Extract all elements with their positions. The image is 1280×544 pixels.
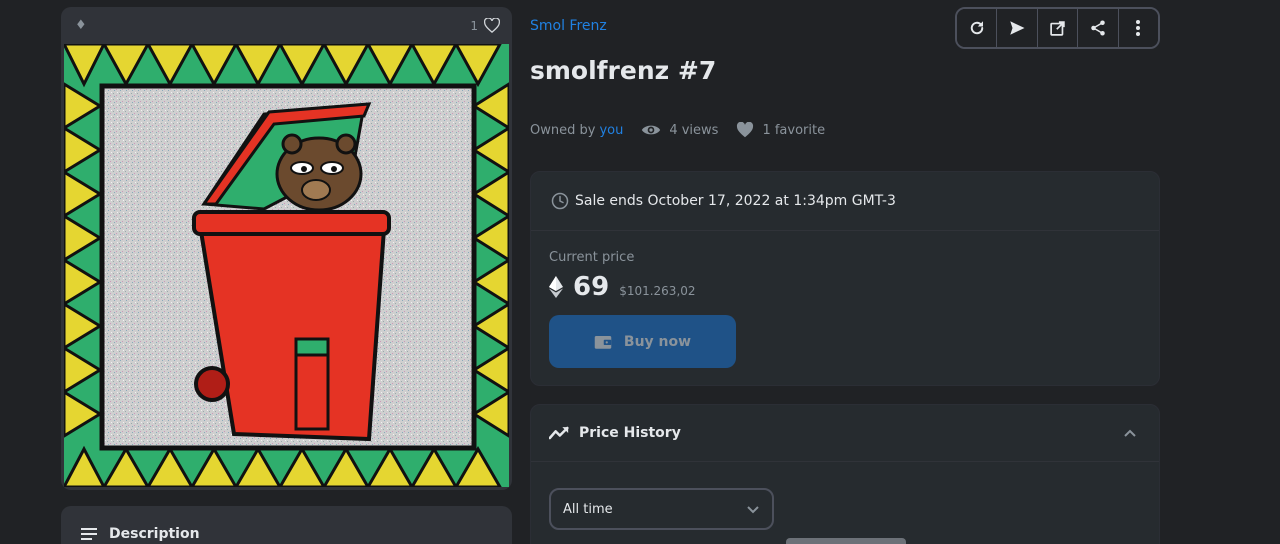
time-range-value: All time xyxy=(563,501,613,517)
external-link-icon xyxy=(1050,20,1065,36)
open-external-button[interactable] xyxy=(1037,9,1079,47)
time-range-select[interactable]: All time xyxy=(549,488,774,530)
share-button[interactable] xyxy=(1078,9,1119,47)
heart-icon[interactable] xyxy=(484,18,500,33)
current-price-label: Current price xyxy=(549,250,635,265)
ethereum-icon xyxy=(549,276,563,298)
transfer-button[interactable] xyxy=(997,9,1038,47)
price-value: 69 xyxy=(573,272,610,302)
eye-icon xyxy=(642,125,661,135)
chevron-up-icon[interactable] xyxy=(1123,428,1137,438)
clock-icon xyxy=(551,192,569,210)
nft-artwork xyxy=(61,42,511,489)
views-count: 4 views xyxy=(641,123,718,138)
price-history-label: Price History xyxy=(579,425,681,441)
tooltip-placeholder xyxy=(786,538,906,544)
more-options-button[interactable] xyxy=(1118,9,1158,47)
price-history-panel: Price History All time xyxy=(530,404,1160,544)
description-panel[interactable]: Description xyxy=(61,506,512,544)
item-title: smolfrenz #7 xyxy=(530,56,717,85)
favorite-control[interactable]: 1 xyxy=(470,18,500,33)
media-header: ♦ 1 xyxy=(61,7,512,44)
list-icon xyxy=(81,528,97,540)
refresh-icon xyxy=(970,21,983,35)
wallet-icon xyxy=(594,335,612,349)
favorites-label: 1 favorite xyxy=(762,122,826,138)
sale-panel: Sale ends October 17, 2022 at 1:34pm GMT… xyxy=(530,171,1160,386)
price-history-header[interactable]: Price History xyxy=(531,405,1159,462)
share-icon xyxy=(1091,20,1105,36)
heart-icon xyxy=(737,122,754,138)
views-label: 4 views xyxy=(669,122,719,138)
item-toolbar xyxy=(955,7,1160,49)
owner-link[interactable]: you xyxy=(599,123,623,138)
description-header[interactable]: Description xyxy=(81,526,200,542)
price-history-title: Price History xyxy=(549,425,681,441)
trending-icon xyxy=(549,426,569,440)
media-card: ♦ 1 xyxy=(61,7,512,490)
favorite-count: 1 xyxy=(470,18,478,33)
nft-image[interactable] xyxy=(61,42,511,489)
transfer-icon xyxy=(1010,21,1025,35)
item-stats: Owned by you 4 views 1 favorite xyxy=(530,122,825,138)
sale-end-text: Sale ends October 17, 2022 at 1:34pm GMT… xyxy=(575,193,896,209)
description-label: Description xyxy=(109,526,200,542)
price-row: 69 $101.263,02 xyxy=(549,272,696,302)
buy-now-button[interactable]: Buy now xyxy=(549,315,736,368)
collection-link[interactable]: Smol Frenz xyxy=(530,18,607,34)
ethereum-icon: ♦ xyxy=(75,18,87,33)
buy-now-label: Buy now xyxy=(623,333,692,350)
owned-by-label: Owned by xyxy=(530,122,596,138)
favorites-count[interactable]: 1 favorite xyxy=(736,122,825,138)
chevron-down-icon xyxy=(747,506,759,514)
price-usd: $101.263,02 xyxy=(619,284,696,298)
more-vertical-icon xyxy=(1136,20,1141,36)
sale-end-header: Sale ends October 17, 2022 at 1:34pm GMT… xyxy=(531,172,1159,231)
refresh-button[interactable] xyxy=(957,9,998,47)
